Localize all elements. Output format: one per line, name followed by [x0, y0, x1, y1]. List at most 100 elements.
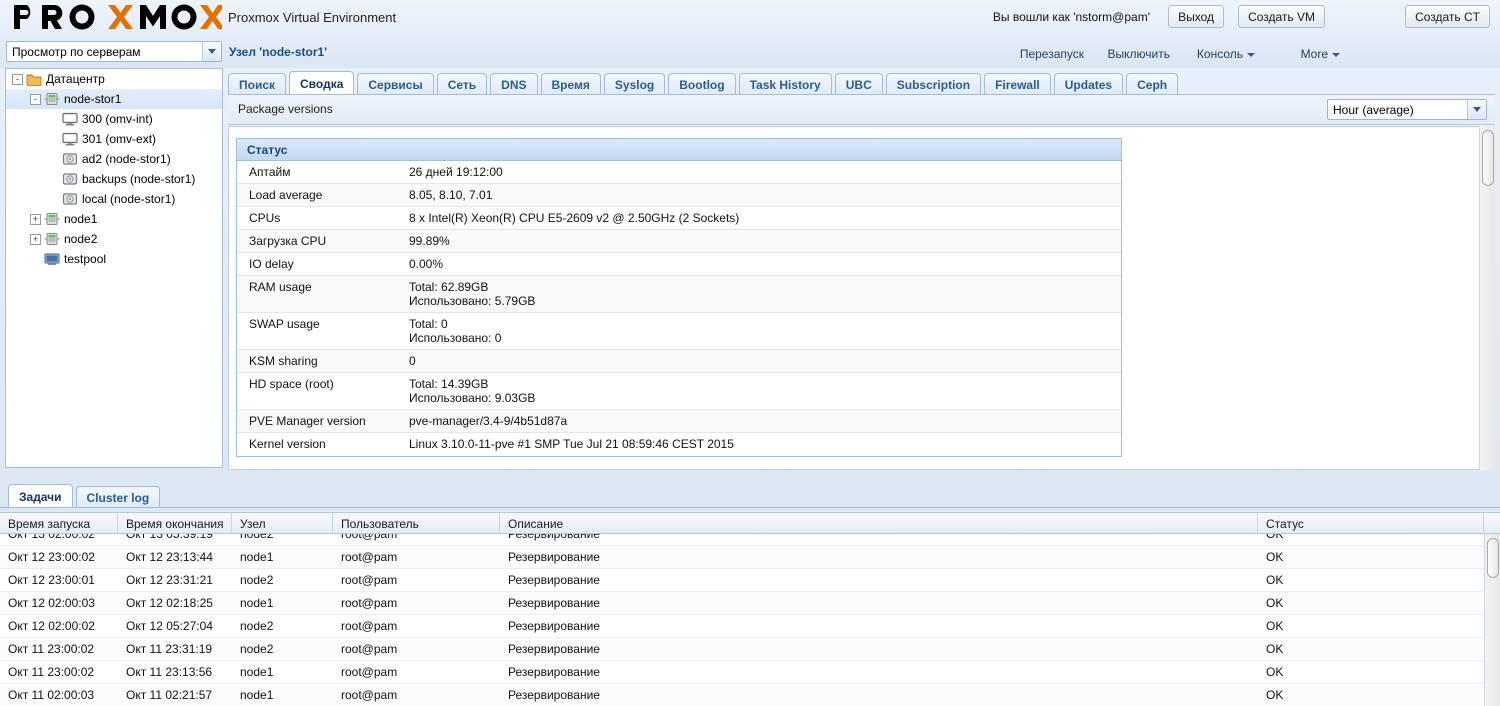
folder-icon	[26, 72, 42, 86]
task-cell-start: Окт 12 23:00:01	[8, 573, 95, 587]
tree-item-backups[interactable]: backups (node-stor1)	[6, 169, 222, 189]
breadcrumb-node-path: Узел 'node-stor1'	[229, 45, 328, 59]
task-cell-desc: Резервирование	[508, 688, 600, 702]
tree-item-label: node-stor1	[64, 92, 122, 106]
task-cell-status: OK	[1266, 550, 1284, 564]
tab-поиск[interactable]: Поиск	[228, 73, 287, 95]
task-vertical-scrollbar[interactable]	[1484, 534, 1500, 706]
task-cell-end: Окт 12 02:18:25	[126, 596, 213, 610]
task-row[interactable]: Окт 12 02:00:03 Окт 12 02:18:25 node1 root@…	[0, 592, 1484, 615]
status-row: RAM usage Total: 62.89GB Использовано: 5.…	[237, 276, 1121, 313]
task-cell-user: root@pam	[341, 619, 398, 633]
task-panel-tabbar: Задачи Cluster log	[8, 482, 161, 508]
task-tab-cluster-log[interactable]: Cluster log	[75, 486, 161, 508]
task-cell-status: OK	[1266, 573, 1284, 587]
task-row[interactable]: Окт 11 23:00:02 Окт 11 23:31:19 node2 root@…	[0, 638, 1484, 661]
task-row[interactable]: Окт 11 02:00:03 Окт 11 02:21:57 node1 root@…	[0, 684, 1484, 706]
storage-icon	[62, 172, 78, 186]
task-column-header[interactable]: Время запуска	[0, 513, 118, 534]
chevron-down-icon	[1332, 52, 1340, 57]
time-range-value: Hour (average)	[1333, 102, 1414, 117]
task-column-header[interactable]: Время окончания	[118, 513, 232, 534]
expand-toggle-icon[interactable]: +	[30, 233, 41, 245]
task-row[interactable]: Окт 12 02:00:02 Окт 12 05:27:04 node2 root@…	[0, 615, 1484, 638]
task-cell-desc: Резервирование	[508, 534, 600, 541]
task-row[interactable]: Окт 11 23:00:02 Окт 11 23:13:56 node1 root@…	[0, 661, 1484, 684]
tree-item-node1[interactable]: + node1	[6, 209, 222, 229]
task-row[interactable]: Окт 12 23:00:01 Окт 12 23:31:21 node2 root@…	[0, 569, 1484, 592]
node-more-menu[interactable]: More	[1301, 47, 1340, 61]
task-cell-status: OK	[1266, 688, 1284, 702]
tab-ubc[interactable]: UBC	[834, 73, 883, 95]
create-ct-button[interactable]: Создать CT	[1405, 5, 1490, 28]
chevron-down-icon[interactable]	[1467, 100, 1486, 119]
collapse-toggle-icon[interactable]: -	[12, 73, 23, 85]
task-cell-status: OK	[1266, 534, 1284, 541]
tab-updates[interactable]: Updates	[1053, 73, 1124, 95]
task-cell-node: node2	[240, 573, 274, 587]
content-vertical-scrollbar[interactable]	[1479, 126, 1495, 470]
tab-firewall[interactable]: Firewall	[984, 73, 1051, 95]
time-range-select[interactable]: Hour (average)	[1327, 99, 1487, 120]
tree-item-node2[interactable]: + node2	[6, 229, 222, 249]
task-cell-user: root@pam	[341, 534, 398, 541]
tab-ceph[interactable]: Ceph	[1126, 73, 1179, 95]
task-cell-user: root@pam	[341, 642, 398, 656]
task-column-header[interactable]: Описание	[500, 513, 1258, 534]
tab-сеть[interactable]: Сеть	[436, 73, 488, 95]
tab-dns[interactable]: DNS	[490, 73, 538, 95]
task-cell-desc: Резервирование	[508, 642, 600, 656]
proxmox-logo	[12, 3, 222, 33]
node-shutdown-menu[interactable]: Выключить	[1108, 47, 1170, 61]
status-row-value: pve-manager/3.4-9/4b51d87a	[409, 414, 568, 428]
task-row[interactable]: Окт 13 02:00:02 Окт 13 05:39:19 node2 root@…	[0, 534, 1484, 546]
task-tab-задачи[interactable]: Задачи	[8, 484, 73, 508]
tree-item-local[interactable]: local (node-stor1)	[6, 189, 222, 209]
task-cell-start: Окт 11 23:00:02	[8, 665, 95, 679]
tree-item-ad2[interactable]: ad2 (node-stor1)	[6, 149, 222, 169]
tab-время[interactable]: Время	[540, 73, 601, 95]
create-vm-button[interactable]: Создать VM	[1238, 5, 1325, 28]
scrollbar-thumb[interactable]	[1487, 538, 1499, 578]
tab-syslog[interactable]: Syslog	[603, 73, 666, 95]
task-column-header[interactable]: Статус	[1258, 513, 1484, 534]
node-restart-menu[interactable]: Перезапуск	[1020, 47, 1084, 61]
status-row-value: Total: 62.89GB Использовано: 5.79GB	[409, 280, 536, 308]
expand-toggle-icon[interactable]: +	[30, 213, 41, 225]
server-icon	[44, 232, 60, 246]
tree-item-node-stor1[interactable]: - node-stor1	[6, 89, 222, 109]
task-table-body[interactable]: Окт 13 02:00:02 Окт 13 05:39:19 node2 root@…	[0, 534, 1484, 706]
task-cell-user: root@pam	[341, 688, 398, 702]
status-row-key: Аптайм	[249, 165, 291, 179]
logout-button[interactable]: Выход	[1168, 5, 1224, 28]
task-cell-node: node1	[240, 550, 274, 564]
status-row-key: KSM sharing	[249, 354, 318, 368]
view-mode-select[interactable]: Просмотр по серверам	[6, 41, 222, 62]
status-row-value: Total: 14.39GB Использовано: 9.03GB	[409, 377, 536, 405]
tree-item-300[interactable]: 300 (omv-int)	[6, 109, 222, 129]
summary-body: Статус Аптайм 26 дней 19:12:00 Load averag…	[228, 126, 1495, 470]
status-row: IO delay 0.00%	[237, 253, 1121, 276]
chevron-down-icon[interactable]	[202, 42, 221, 61]
tab-subscription[interactable]: Subscription	[885, 73, 982, 95]
task-column-header[interactable]: Узел	[232, 513, 333, 534]
task-column-header[interactable]: Пользователь	[333, 513, 500, 534]
app-title: Proxmox Virtual Environment	[228, 10, 397, 25]
tree-item-[interactable]: - Датацентр	[6, 69, 222, 89]
package-versions-label[interactable]: Package versions	[238, 102, 333, 116]
collapse-toggle-icon[interactable]: -	[30, 93, 41, 105]
scrollbar-thumb[interactable]	[1482, 130, 1494, 186]
tab-task-history[interactable]: Task History	[738, 73, 832, 95]
node-console-menu[interactable]: Консоль	[1197, 47, 1255, 61]
tab-сервисы[interactable]: Сервисы	[357, 73, 434, 95]
tab-сводка[interactable]: Сводка	[289, 71, 355, 95]
status-row-key: HD space (root)	[249, 377, 334, 391]
tree-item-testpool[interactable]: testpool	[6, 249, 222, 269]
resource-tree[interactable]: - Датацентр - node-stor1 300 (omv-int) 301 (o…	[5, 68, 223, 468]
task-row[interactable]: Окт 12 23:00:02 Окт 12 23:13:44 node1 root@…	[0, 546, 1484, 569]
login-info: Вы вошли как 'nstorm@pam'	[992, 10, 1150, 24]
task-cell-status: OK	[1266, 619, 1284, 633]
tab-bootlog[interactable]: Bootlog	[668, 73, 736, 95]
tree-item-301[interactable]: 301 (omv-ext)	[6, 129, 222, 149]
top-header: Proxmox Virtual Environment Просмотр по …	[0, 0, 1500, 68]
